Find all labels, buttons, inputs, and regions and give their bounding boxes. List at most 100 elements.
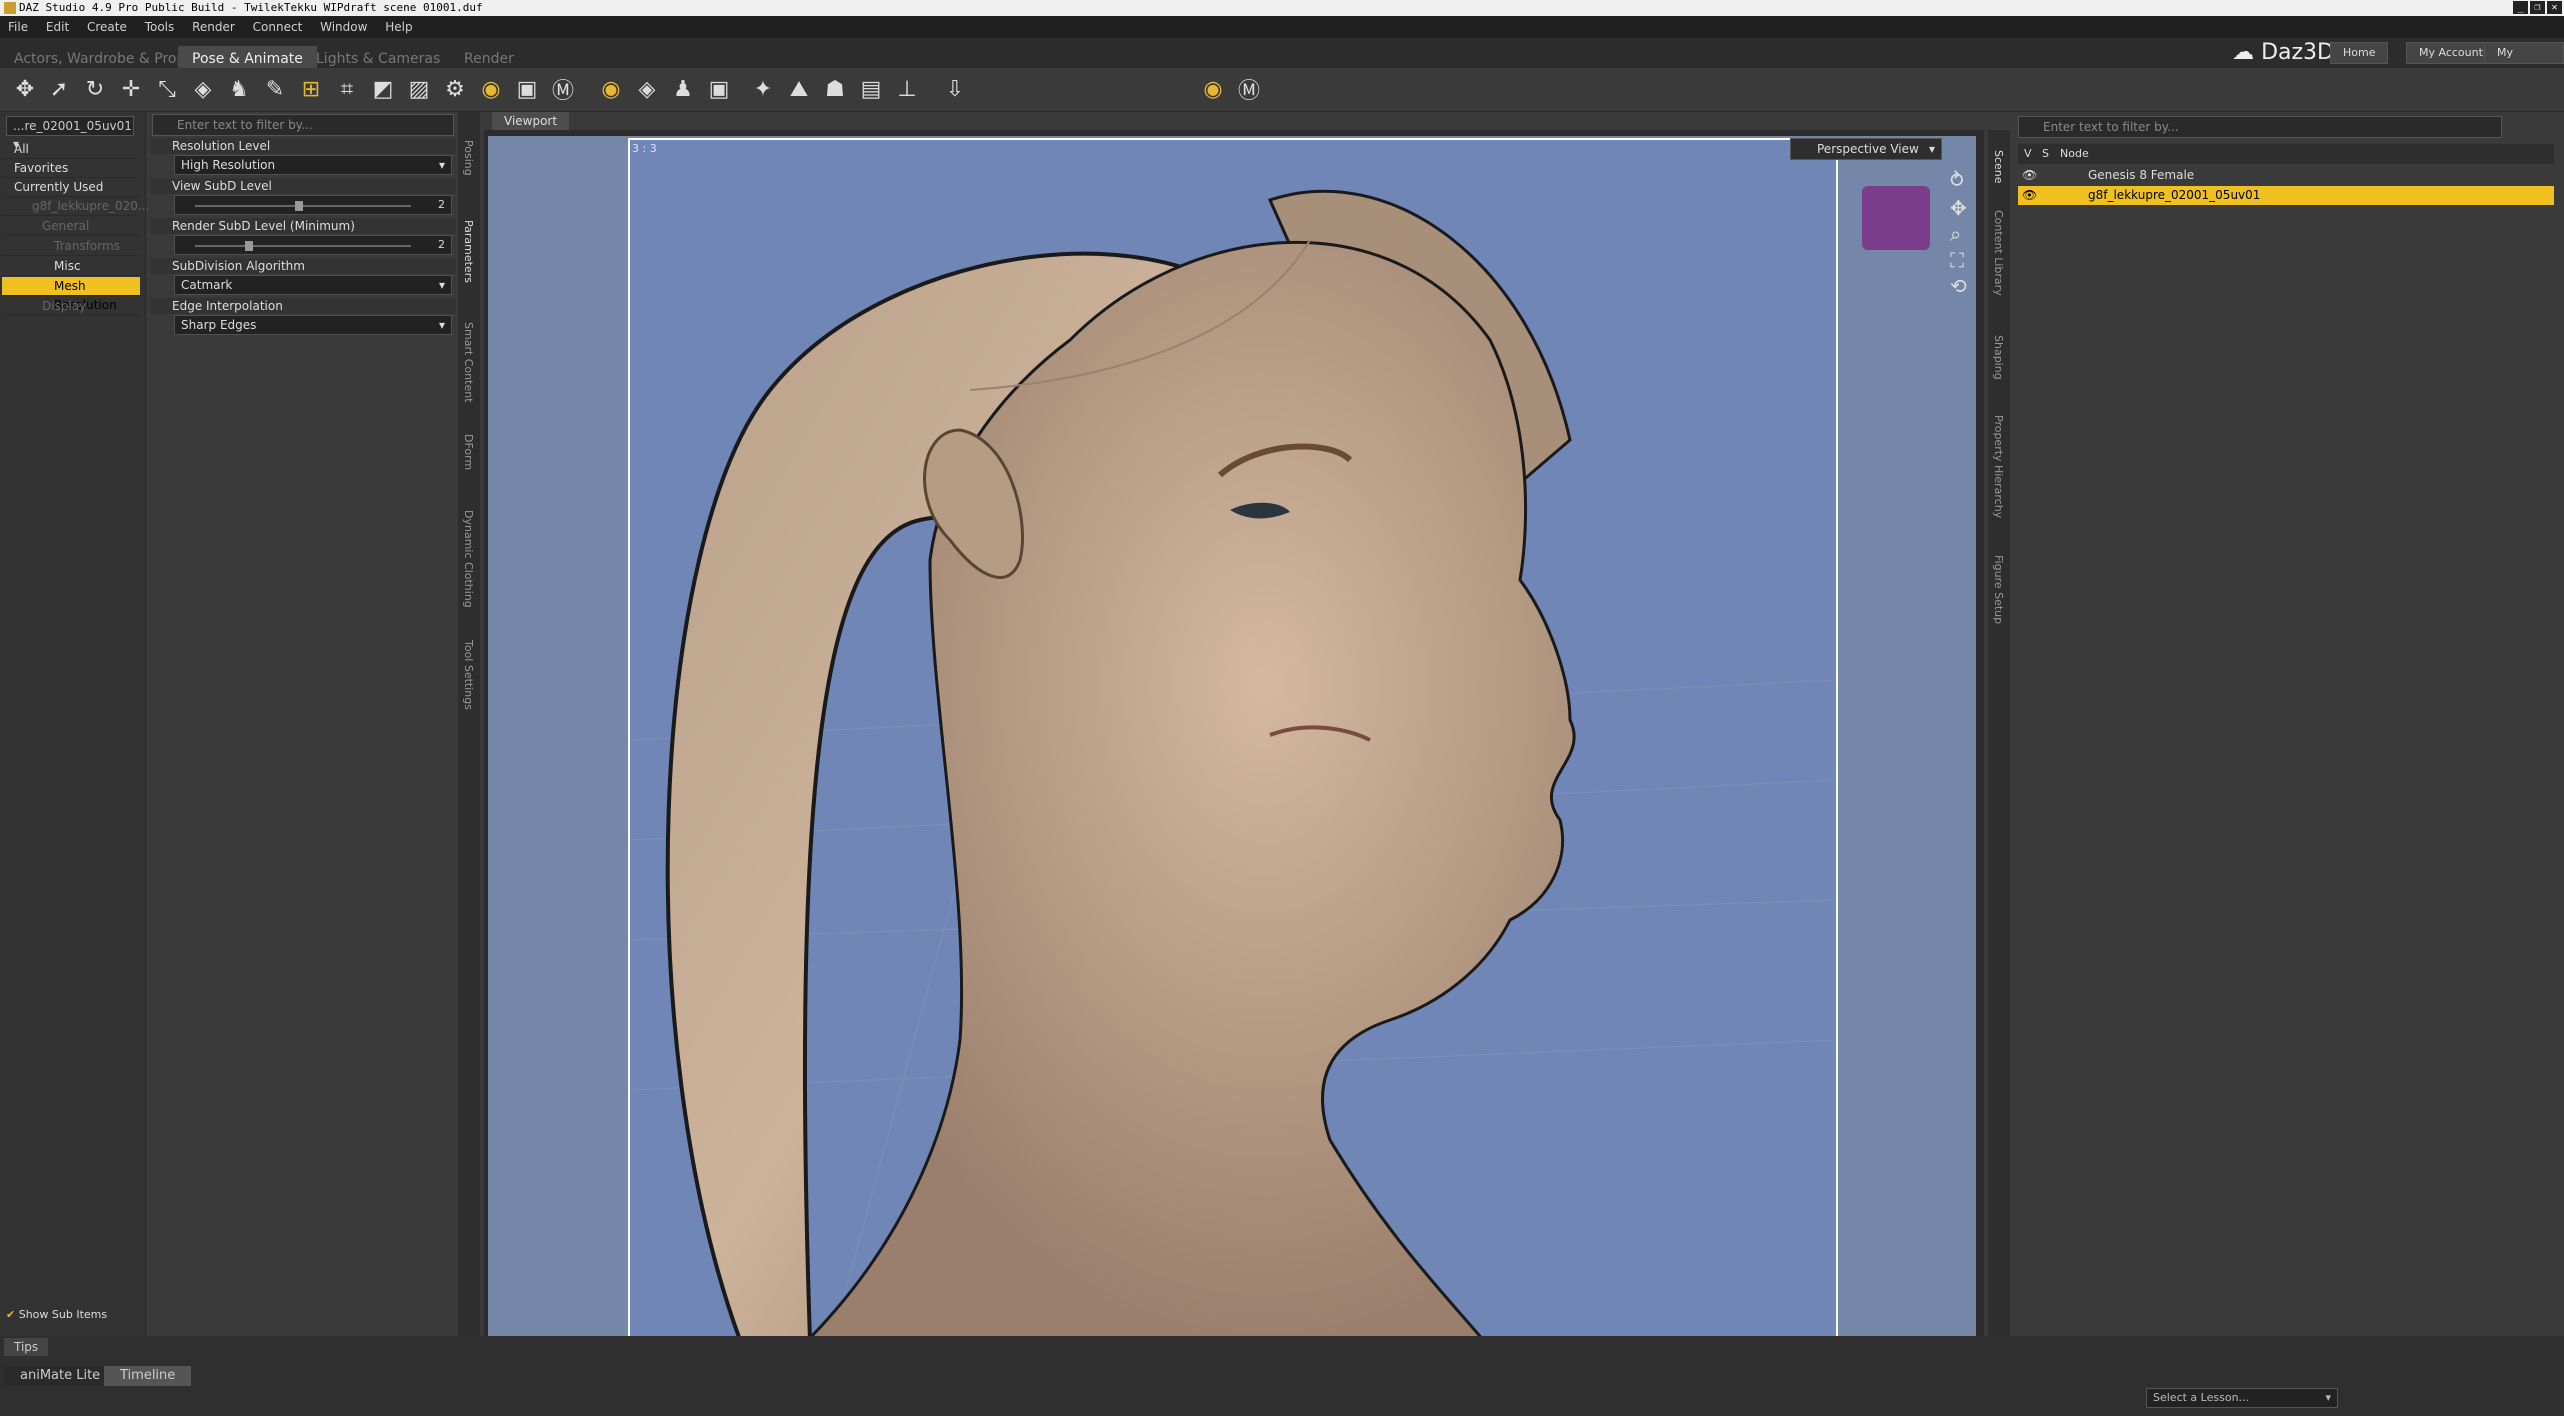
viewport-canvas[interactable] xyxy=(628,138,1838,1350)
menu-create[interactable]: Create xyxy=(87,20,127,34)
subdivision-algorithm-select[interactable]: Catmark ▾ xyxy=(174,275,452,295)
window-title-bar: DAZ Studio 4.9 Pro Public Build - Twilek… xyxy=(0,0,2564,16)
light-tool-icon[interactable]: ✦ xyxy=(748,74,778,104)
universal-tool-icon[interactable]: ✥ xyxy=(10,74,40,104)
scene-panel: Enter text to filter by... xyxy=(2012,112,2562,1336)
zoom-icon[interactable]: ⌕ xyxy=(1950,222,1961,246)
joint-editor-icon[interactable]: ◈ xyxy=(188,74,218,104)
tips-tab[interactable]: Tips xyxy=(4,1338,49,1356)
chevron-down-icon: ▾ xyxy=(2325,1391,2331,1404)
category-all[interactable]: All xyxy=(2,140,140,159)
spot-render-icon[interactable]: ⚙ xyxy=(440,74,470,104)
menu-render[interactable]: Render xyxy=(192,20,235,34)
chevron-down-icon: ▾ xyxy=(438,318,445,332)
node-dropdown[interactable]: ...re_02001_05uv01 ▾ xyxy=(6,116,134,151)
daz3d-logo: ☁ Daz3D xyxy=(2232,40,2334,65)
frame-icon[interactable]: ⛶ xyxy=(1950,248,1964,272)
active-pose-icon[interactable]: ♞ xyxy=(224,74,254,104)
menu-tools[interactable]: Tools xyxy=(145,20,175,34)
tab-animate-lite[interactable]: aniMate Lite xyxy=(4,1366,117,1386)
geometry-editor-icon[interactable]: ⌗ xyxy=(332,74,362,104)
scene-row-lekku[interactable]: 👁 g8f_lekkupre_02001_05uv01 xyxy=(2018,186,2554,205)
view-cube-icon[interactable] xyxy=(1862,186,1930,250)
scene-row-genesis-8-female[interactable]: 👁 Genesis 8 Female xyxy=(2018,166,2554,185)
translate-tool-icon[interactable]: ✛ xyxy=(116,74,146,104)
resolution-level-select[interactable]: High Resolution ▾ xyxy=(174,155,452,175)
show-sub-items-checkbox[interactable]: ✔ Show Sub Items xyxy=(6,1308,107,1321)
landscape-icon[interactable]: ⛰ xyxy=(784,74,814,104)
menu-window[interactable]: Window xyxy=(320,20,367,34)
orbit-camera-icon[interactable]: ◉ xyxy=(1198,74,1228,104)
category-node[interactable]: g8f_lekkupre_020... xyxy=(2,197,149,216)
vtab-figure-setup[interactable]: Figure Setup xyxy=(1992,555,2005,624)
rotate-tool-icon[interactable]: ↻ xyxy=(80,74,110,104)
render-subd-slider[interactable]: 2 xyxy=(174,235,452,255)
menu-file[interactable]: File xyxy=(8,20,28,34)
tab-timeline[interactable]: Timeline xyxy=(104,1366,192,1386)
render-subd-label: Render SubD Level (Minimum) xyxy=(150,218,456,234)
region-nav-icon[interactable]: ⊞ xyxy=(296,74,326,104)
vtab-content-library[interactable]: Content Library xyxy=(1992,210,2005,296)
menu-connect[interactable]: Connect xyxy=(253,20,303,34)
reset-view-icon[interactable]: ⟲ xyxy=(1950,274,1967,298)
camera-orbit-icon[interactable]: ◉ xyxy=(476,74,506,104)
measure-icon[interactable]: ⊥ xyxy=(892,74,922,104)
surface-selection-icon[interactable]: ✎ xyxy=(260,74,290,104)
node-selection-icon[interactable]: ➚ xyxy=(44,74,74,104)
transfer-utility-icon[interactable]: ◩ xyxy=(368,74,398,104)
category-transforms[interactable]: Transforms xyxy=(2,237,140,256)
prop-icon[interactable]: ▤ xyxy=(856,74,886,104)
people-icon[interactable]: ☗ xyxy=(820,74,850,104)
vtab-parameters[interactable]: Parameters xyxy=(462,220,475,283)
dforce-icon[interactable]: ◉ xyxy=(596,74,626,104)
vtab-scene[interactable]: Scene xyxy=(1992,150,2005,184)
scale-tool-icon[interactable]: ⤡ xyxy=(152,74,182,104)
morph-tool-icon[interactable]: Ⓜ xyxy=(548,74,578,104)
pan-icon[interactable]: ✥ xyxy=(1950,196,1967,220)
edge-interpolation-label: Edge Interpolation xyxy=(150,298,456,314)
menu-help[interactable]: Help xyxy=(385,20,412,34)
category-currently-used[interactable]: Currently Used xyxy=(2,178,140,197)
bake-tool-icon[interactable]: ▨ xyxy=(404,74,434,104)
view-subd-slider[interactable]: 2 xyxy=(174,195,452,215)
dform-icon[interactable]: ◈ xyxy=(632,74,662,104)
snapshot-icon[interactable]: ▣ xyxy=(704,74,734,104)
home-button[interactable]: Home xyxy=(2330,42,2389,64)
menu-edit[interactable]: Edit xyxy=(46,20,69,34)
my-account-button[interactable]: My Account xyxy=(2406,42,2496,64)
parameters-filter-input[interactable]: Enter text to filter by... xyxy=(152,114,454,136)
minimize-button[interactable]: _ xyxy=(2513,1,2528,14)
vtab-posing[interactable]: Posing xyxy=(462,140,475,176)
vtab-property-hierarchy[interactable]: Property Hierarchy xyxy=(1992,415,2005,518)
edge-interpolation-select[interactable]: Sharp Edges ▾ xyxy=(174,315,452,335)
left-vertical-tabs xyxy=(458,112,480,1336)
category-general[interactable]: General xyxy=(2,217,140,236)
my-gallery-button[interactable]: My Gallery xyxy=(2484,42,2564,79)
vtab-tool-settings[interactable]: Tool Settings xyxy=(462,640,475,710)
category-misc[interactable]: Misc xyxy=(2,257,140,276)
category-favorites[interactable]: Favorites xyxy=(2,159,140,178)
export-icon[interactable]: ⇩ xyxy=(940,74,970,104)
eye-icon[interactable]: 👁 xyxy=(2022,186,2037,205)
eye-icon[interactable]: 👁 xyxy=(2022,166,2037,185)
scene-column-header: V S Node xyxy=(2018,144,2554,164)
category-mesh-resolution[interactable]: Mesh Resolution xyxy=(2,277,140,312)
morph-loader-icon[interactable]: Ⓜ xyxy=(1234,74,1264,104)
orbit-icon[interactable]: ⥁ xyxy=(1950,168,1964,192)
vtab-smart-content[interactable]: Smart Content xyxy=(462,322,475,403)
camera-icon[interactable]: ▣ xyxy=(512,74,542,104)
scene-filter-input[interactable]: Enter text to filter by... xyxy=(2018,116,2502,138)
vtab-shaping[interactable]: Shaping xyxy=(1992,335,2005,380)
category-display[interactable]: Display xyxy=(2,297,140,316)
menu-bar: File Edit Create Tools Render Connect Wi… xyxy=(0,16,2564,38)
viewport-tab[interactable]: Viewport xyxy=(492,112,570,130)
maximize-button[interactable]: ❐ xyxy=(2530,1,2545,14)
figure-icon[interactable]: ♟ xyxy=(668,74,698,104)
close-button[interactable]: ✕ xyxy=(2547,1,2562,14)
lesson-select[interactable]: Select a Lesson... ▾ xyxy=(2146,1388,2338,1408)
figure-render xyxy=(630,189,1836,1348)
vtab-dynamic-clothing[interactable]: Dynamic Clothing xyxy=(462,510,475,608)
vtab-dform[interactable]: DForm xyxy=(462,434,475,470)
window-title: DAZ Studio 4.9 Pro Public Build - Twilek… xyxy=(19,1,483,14)
perspective-view-select[interactable]: Perspective View ▾ xyxy=(1790,138,1942,160)
